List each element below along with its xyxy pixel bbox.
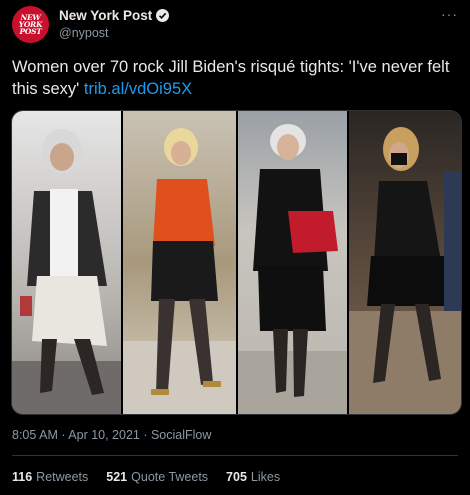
tweet-text: Women over 70 rock Jill Biden's risqué t… — [12, 56, 458, 100]
photo-woman-orange-jacket[interactable] — [123, 111, 236, 414]
quotes-count: 521 — [106, 470, 128, 484]
tweet-stats: 116 Retweets 521 Quote Tweets 705 Likes — [12, 470, 280, 484]
tweet-header: NEW YORK POST New York Post @nypost ··· — [12, 6, 458, 46]
avatar-line-3: POST — [19, 27, 42, 36]
account-names: New York Post @nypost — [59, 8, 170, 40]
retweets-count: 116 — [12, 470, 33, 484]
likes-count: 705 — [226, 470, 247, 484]
retweets-label: Retweets — [36, 470, 89, 484]
photo-woman-mask[interactable] — [349, 111, 461, 414]
divider — [12, 455, 458, 456]
likes-stat[interactable]: 705 Likes — [226, 470, 280, 484]
likes-label: Likes — [250, 470, 281, 484]
photo-woman-red-bag[interactable] — [238, 111, 348, 414]
quote-tweets-stat[interactable]: 521 Quote Tweets — [106, 470, 208, 484]
tweet-timestamp[interactable]: 8:05 AM · Apr 10, 2021 · SocialFlow — [12, 428, 211, 442]
display-name[interactable]: New York Post — [59, 8, 152, 23]
quotes-label: Quote Tweets — [131, 470, 209, 484]
retweets-stat[interactable]: 116 Retweets — [12, 470, 88, 484]
avatar[interactable]: NEW YORK POST — [12, 6, 49, 43]
photo-woman-grey-hair[interactable] — [12, 111, 122, 414]
account-handle[interactable]: @nypost — [59, 26, 169, 40]
more-options-icon[interactable]: ··· — [441, 6, 458, 22]
verified-badge-icon — [156, 9, 170, 22]
tweet-body: Women over 70 rock Jill Biden's risqué t… — [12, 58, 450, 98]
tweet-media[interactable] — [11, 110, 462, 415]
tweet-link[interactable]: trib.al/vdOi95X — [84, 80, 192, 98]
